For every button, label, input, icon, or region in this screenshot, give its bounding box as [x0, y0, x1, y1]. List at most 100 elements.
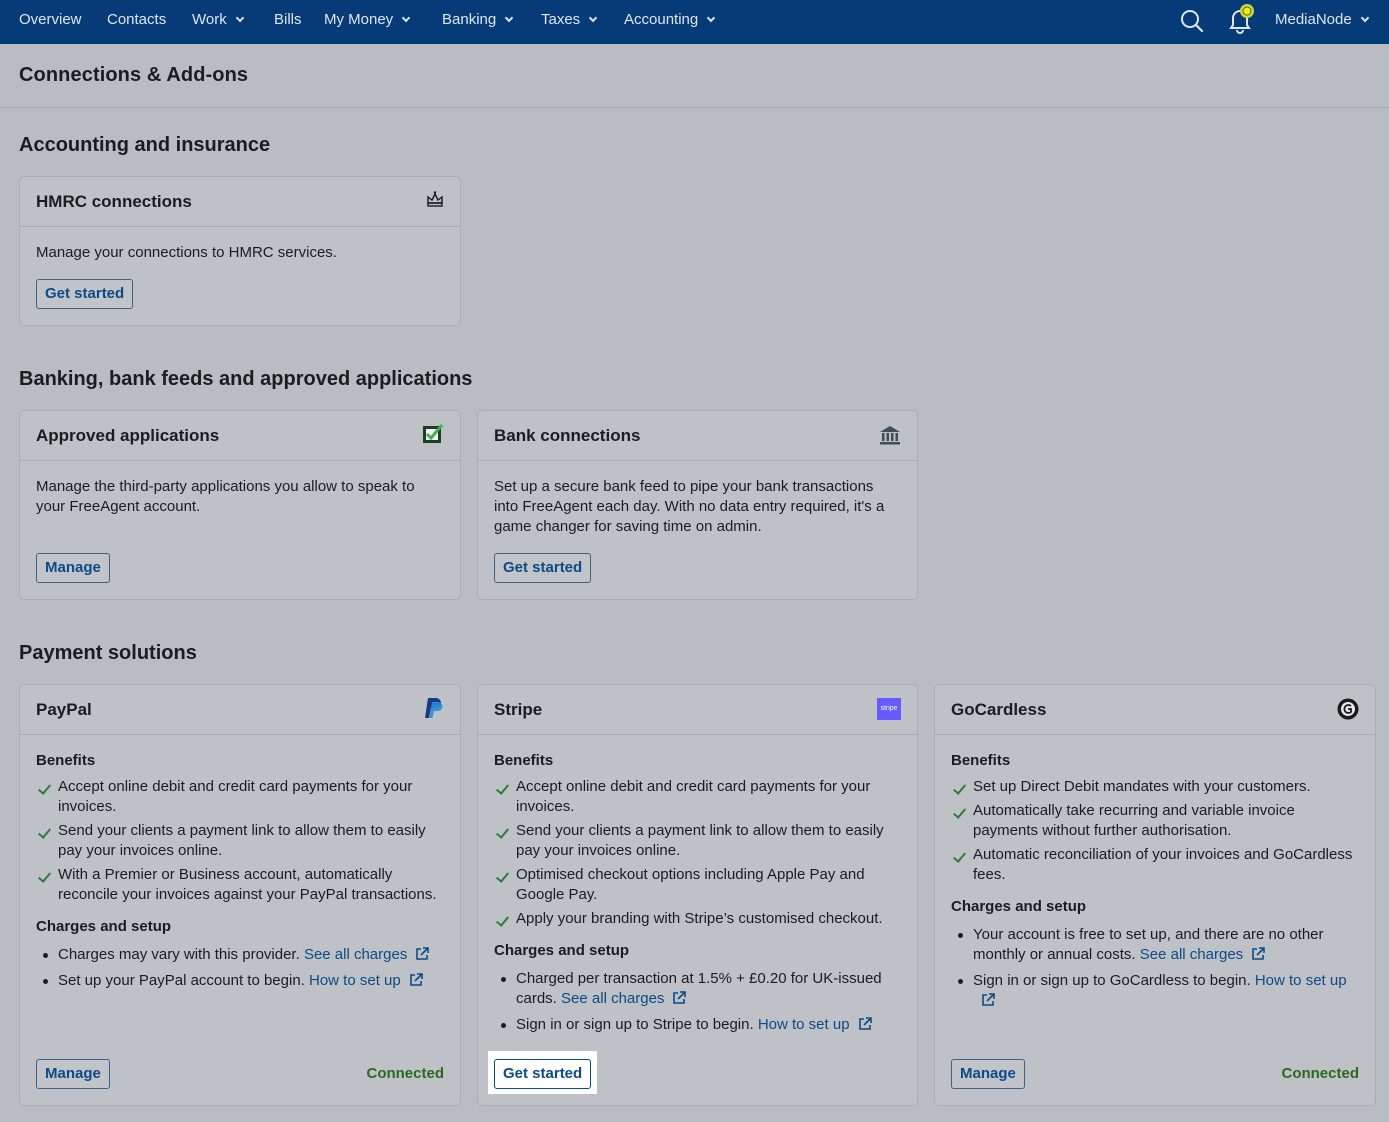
nav-label: Taxes — [541, 11, 581, 28]
paypal-card: PayPal Benefits Accept online debit and … — [19, 684, 461, 1106]
list-item: Charged per transaction at 1.5% + £0.20 … — [494, 969, 901, 1011]
link-label: How to set up — [757, 1016, 850, 1033]
charges-list: Charged per transaction at 1.5% + £0.20 … — [494, 969, 901, 1037]
list-item: Automatically take recurring and variabl… — [951, 801, 1359, 841]
nav-label: Accounting — [624, 11, 699, 28]
stripe-card: Stripe stripe Benefits Accept online deb… — [477, 684, 918, 1106]
link-label: See all charges — [303, 946, 408, 963]
external-link-icon — [858, 1017, 872, 1037]
list-item: Accept online debit and credit card paym… — [494, 777, 901, 817]
charges-heading: Charges and setup — [494, 942, 630, 959]
bank-connections-card: Bank connections Set up a secure bank fe… — [477, 410, 918, 600]
charge-text: Set up your PayPal account to begin. — [58, 972, 305, 989]
benefits-heading: Benefits — [494, 752, 554, 769]
crown-icon — [426, 190, 444, 213]
nav-label: Overview — [19, 11, 82, 28]
status-badge: Connected — [1281, 1065, 1359, 1082]
see-all-charges-link[interactable]: See all charges — [303, 946, 430, 963]
benefits-heading: Benefits — [36, 752, 96, 769]
card-title: Stripe — [494, 700, 543, 719]
link-label: How to set up — [309, 972, 401, 989]
chevron-down-icon — [504, 13, 514, 23]
account-menu[interactable]: MediaNode — [1275, 0, 1369, 44]
list-item: Accept online debit and credit card paym… — [36, 777, 444, 817]
nav-label: My Money — [324, 11, 394, 28]
card-title: Approved applications — [36, 426, 220, 445]
nav-contacts[interactable]: Contacts — [107, 0, 166, 44]
card-description: Manage your connections to HMRC services… — [36, 244, 337, 261]
list-item: Sign in or sign up to GoCardless to begi… — [951, 971, 1359, 1013]
chevron-down-icon — [401, 13, 411, 23]
status-badge: Connected — [366, 1065, 444, 1082]
card-header: GoCardless — [935, 685, 1375, 735]
hmrc-card: HMRC connections Manage your connections… — [19, 176, 461, 326]
benefits-list: Set up Direct Debit mandates with your c… — [951, 777, 1359, 885]
charges-list: Your account is free to set up, and ther… — [951, 925, 1359, 1013]
nav-accounting[interactable]: Accounting — [624, 0, 716, 44]
charges-heading: Charges and setup — [36, 918, 172, 935]
card-description: Set up a secure bank feed to pipe your b… — [494, 478, 885, 535]
stripe-icon: stripe — [877, 698, 901, 720]
list-item: Optimised checkout options including App… — [494, 865, 901, 905]
list-item: Send your clients a payment link to allo… — [494, 821, 901, 861]
card-description: Manage the third-party applications you … — [36, 478, 415, 515]
account-name: MediaNode — [1275, 11, 1352, 28]
gocardless-manage-button[interactable]: Manage — [951, 1059, 1025, 1089]
benefits-heading: Benefits — [951, 752, 1011, 769]
nav-label: Contacts — [107, 11, 167, 28]
nav-bills[interactable]: Bills — [274, 0, 302, 44]
nav-taxes[interactable]: Taxes — [541, 0, 598, 44]
how-to-set-up-link[interactable]: How to set up — [758, 1016, 872, 1033]
bell-icon[interactable] — [1226, 2, 1260, 38]
external-link-icon — [672, 991, 687, 1011]
paypal-details: Benefits Accept online debit and credit … — [36, 751, 444, 997]
list-item: Apply your branding with Stripe’s custom… — [494, 909, 901, 929]
nav-work[interactable]: Work — [192, 0, 244, 44]
list-item: Charges may vary with this provider. See… — [36, 945, 444, 967]
gocardless-icon — [1337, 698, 1359, 725]
card-header: Stripe stripe — [478, 685, 917, 735]
chevron-down-icon — [235, 13, 244, 23]
external-link-icon — [981, 993, 995, 1013]
external-link-icon — [415, 947, 430, 967]
see-all-charges-link[interactable]: See all charges — [1140, 946, 1265, 963]
benefits-list: Accept online debit and credit card paym… — [36, 777, 444, 905]
link-label: How to set up — [1254, 972, 1347, 989]
nav-banking[interactable]: Banking — [442, 0, 514, 44]
link-label: See all charges — [1139, 946, 1244, 963]
section-title-payments: Payment solutions — [19, 642, 197, 664]
nav-overview[interactable]: Overview — [19, 0, 82, 44]
gocardless-card: GoCardless Benefits Set up Direct Debit … — [934, 684, 1376, 1106]
approved-manage-button[interactable]: Manage — [36, 553, 110, 583]
charges-list: Charges may vary with this provider. See… — [36, 945, 444, 993]
how-to-set-up-link[interactable]: How to set up — [309, 972, 423, 989]
card-header: PayPal — [20, 685, 460, 735]
paypal-icon — [424, 697, 444, 724]
approved-applications-card: Approved applications Manage the third-p… — [19, 410, 461, 600]
bank-get-started-button[interactable]: Get started — [494, 553, 592, 583]
hmrc-get-started-button[interactable]: Get started — [36, 279, 134, 309]
search-icon[interactable] — [1180, 8, 1204, 38]
nav-my-money[interactable]: My Money — [324, 0, 411, 44]
stripe-details: Benefits Accept online debit and credit … — [494, 751, 901, 1041]
top-nav: Overview Contacts Work Bills My Money Ba… — [0, 0, 1389, 44]
card-title: Bank connections — [494, 426, 641, 445]
list-item: With a Premier or Business account, auto… — [36, 865, 444, 905]
list-item: Sign in or sign up to Stripe to begin. H… — [494, 1015, 901, 1037]
card-title: PayPal — [36, 700, 92, 719]
checkbox-icon — [422, 423, 444, 450]
paypal-manage-button[interactable]: Manage — [36, 1059, 110, 1089]
list-item: Set up Direct Debit mandates with your c… — [951, 777, 1359, 797]
charge-text: Sign in or sign up to Stripe to begin. — [516, 1016, 754, 1033]
see-all-charges-link[interactable]: See all charges — [561, 990, 687, 1007]
benefits-list: Accept online debit and credit card paym… — [494, 777, 901, 929]
nav-label: Banking — [442, 11, 497, 28]
bank-icon — [879, 425, 901, 450]
list-item: Your account is free to set up, and ther… — [951, 925, 1359, 967]
external-link-icon — [409, 973, 423, 993]
stripe-get-started-button[interactable]: Get started — [494, 1059, 592, 1089]
card-title: GoCardless — [951, 700, 1047, 719]
section-title-accounting: Accounting and insurance — [19, 134, 271, 156]
chevron-down-icon — [588, 13, 598, 23]
chevron-down-icon — [706, 13, 716, 23]
